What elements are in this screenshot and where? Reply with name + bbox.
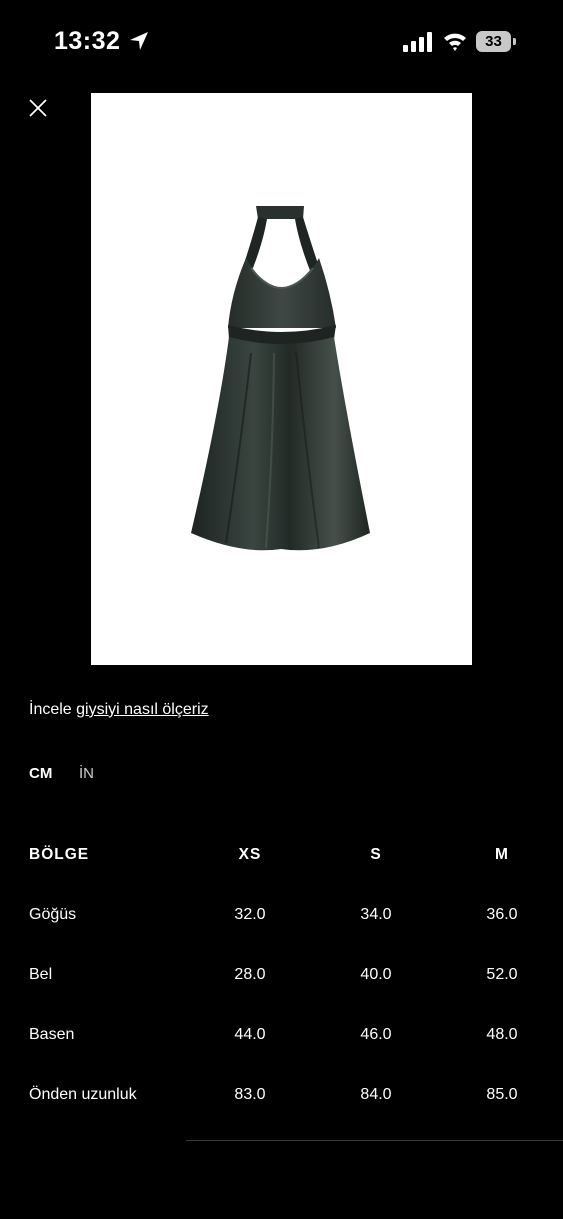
header-size-xs: XS [238,846,262,863]
row-label: Bel [29,966,53,983]
measure-prefix: İncele [29,701,77,718]
status-time: 13:32 [54,27,121,55]
size-table: BÖLGE XS S M Göğüs 32.0 34.0 36.0 Bel 28… [0,836,563,1136]
cell-xs: 44.0 [234,1026,266,1043]
cell-s: 40.0 [360,966,392,983]
cell-s: 34.0 [360,906,392,923]
battery-level: 33 [476,31,511,52]
unit-tab-cm[interactable]: CM [29,765,52,782]
product-image [91,93,472,665]
location-arrow-icon [130,32,148,50]
table-row: Basen 44.0 46.0 48.0 [0,1016,563,1076]
cell-xs: 28.0 [234,966,266,983]
row-label: Basen [29,1026,75,1043]
cell-m: 48.0 [486,1026,518,1043]
signal-icon [403,32,432,52]
cell-m: 36.0 [486,906,518,923]
wifi-icon [444,33,466,51]
row-label: Göğüs [29,906,77,923]
cell-xs: 32.0 [234,906,266,923]
battery-indicator: 33 [476,31,516,52]
table-row: Göğüs 32.0 34.0 36.0 [0,896,563,956]
table-row: Bel 28.0 40.0 52.0 [0,956,563,1016]
table-row: Önden uzunluk 83.0 84.0 85.0 [0,1076,563,1136]
horizontal-scroll-indicator[interactable] [186,1140,563,1141]
unit-tab-in[interactable]: İN [79,765,94,782]
how-to-measure-link[interactable]: giysiyi nasıl ölçeriz [76,701,208,718]
cell-s: 84.0 [360,1086,392,1103]
close-icon[interactable] [24,94,52,122]
header-size-s: S [370,846,382,863]
row-label: Önden uzunluk [29,1086,137,1103]
cell-m: 52.0 [486,966,518,983]
cell-xs: 83.0 [234,1086,266,1103]
dress-illustration [191,206,370,551]
header-region: BÖLGE [29,846,90,863]
status-bar: 13:32 33 [0,0,563,84]
table-header-row: BÖLGE XS S M [0,836,563,896]
how-to-measure-text: İncele giysiyi nasıl ölçeriz [29,701,209,719]
cell-m: 85.0 [486,1086,518,1103]
battery-cap [513,38,516,45]
cell-s: 46.0 [360,1026,392,1043]
header-size-m: M [495,846,509,863]
